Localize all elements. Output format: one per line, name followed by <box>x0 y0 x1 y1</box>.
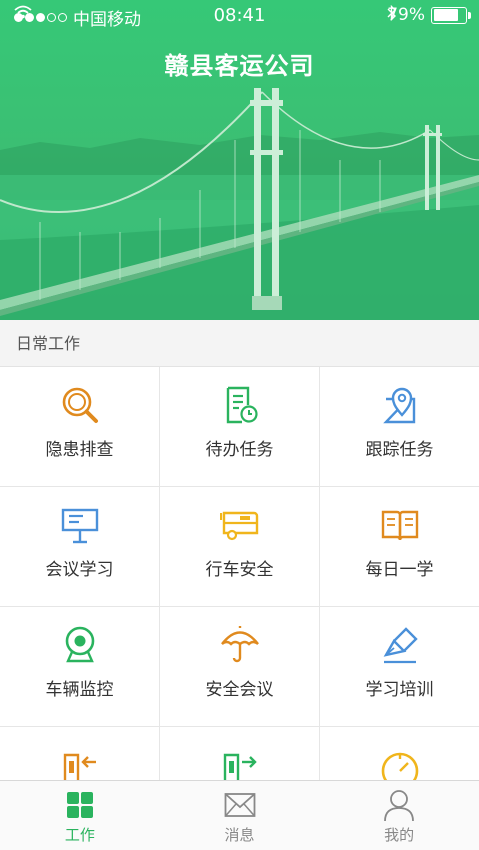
grid-item-hazard-check[interactable]: 隐患排查 <box>0 367 160 487</box>
grid-item-tracking-tasks[interactable]: 跟踪任务 <box>320 367 479 487</box>
umbrella-icon <box>221 626 259 663</box>
open-book-icon <box>381 510 419 541</box>
status-right: 79% <box>387 5 471 25</box>
grid-item-driving-safety[interactable]: 行车安全 <box>160 487 320 607</box>
grid-item-clock[interactable] <box>320 727 479 780</box>
status-bar: 中国移动 08:41 79% <box>0 0 479 32</box>
grid-item-vehicle-monitoring[interactable]: 车辆监控 <box>0 607 160 727</box>
grid-item-label: 隐患排查 <box>45 440 114 460</box>
grid-icon <box>66 792 93 818</box>
grid-item-label: 安全会议 <box>205 680 274 700</box>
grid-item-meeting-study[interactable]: 会议学习 <box>0 487 160 607</box>
tab-profile[interactable]: 我的 <box>319 781 479 850</box>
tab-label: 工作 <box>64 826 95 844</box>
grid-item-label: 会议学习 <box>45 560 114 580</box>
map-pin-icon <box>383 387 416 424</box>
check-out-icon <box>223 753 257 780</box>
grid-item-label: 待办任务 <box>205 440 274 460</box>
header-banner: 中国移动 08:41 79% 赣县客运公司 <box>0 0 479 320</box>
grid-item-label: 跟踪任务 <box>365 440 434 460</box>
grid-item-daily-study[interactable]: 每日一学 <box>320 487 479 607</box>
grid-item-label: 车辆监控 <box>45 680 114 700</box>
bottom-tab-bar: 工作 消息 我的 <box>0 780 479 850</box>
tab-label: 我的 <box>384 826 415 844</box>
person-icon <box>384 790 415 821</box>
tab-label: 消息 <box>224 826 255 844</box>
bluetooth-icon <box>387 5 397 21</box>
grid-item-safety-meeting[interactable]: 安全会议 <box>160 607 320 727</box>
bus-icon <box>220 511 259 541</box>
tab-work[interactable]: 工作 <box>0 781 160 850</box>
function-grid: 隐患排查 待办任务 跟踪任务 会议学习 行车安全 每日一学 车辆监控 安全会议 … <box>0 367 479 780</box>
grid-item-check-out[interactable] <box>160 727 320 780</box>
check-in-icon <box>63 753 96 780</box>
envelope-icon <box>224 793 255 817</box>
grid-item-training[interactable]: 学习培训 <box>320 607 479 727</box>
presentation-board-icon <box>61 508 99 544</box>
webcam-icon <box>65 626 95 663</box>
grid-item-todo-tasks[interactable]: 待办任务 <box>160 367 320 487</box>
grid-item-label: 每日一学 <box>365 560 434 580</box>
page-title: 赣县客运公司 <box>164 52 315 80</box>
clock-icon <box>381 752 419 780</box>
grid-item-label: 学习培训 <box>365 680 434 700</box>
section-title: 日常工作 <box>0 320 479 367</box>
tab-messages[interactable]: 消息 <box>160 781 320 850</box>
grid-item-label: 行车安全 <box>205 560 274 580</box>
pen-nib-icon <box>383 627 418 664</box>
grid-item-check-in[interactable] <box>0 727 160 780</box>
task-list-clock-icon <box>226 386 258 424</box>
battery-icon <box>431 6 471 24</box>
magnifier-icon <box>62 387 98 423</box>
